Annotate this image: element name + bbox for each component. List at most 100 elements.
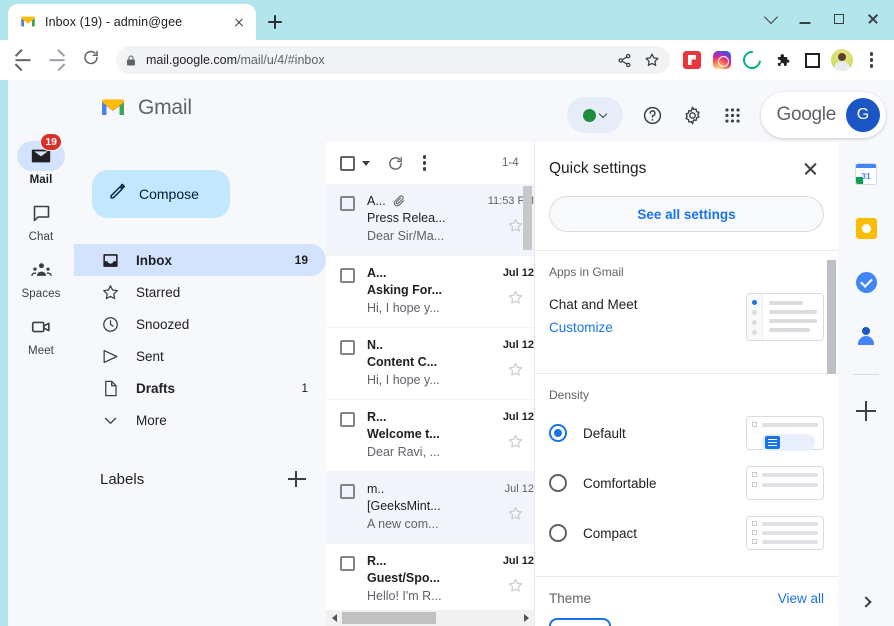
add-addon-plus-icon[interactable] bbox=[846, 391, 886, 431]
rail-item-meet[interactable]: Meet bbox=[13, 312, 69, 357]
compose-button[interactable]: Compose bbox=[92, 170, 230, 218]
sidebar-item-sent[interactable]: Sent bbox=[74, 340, 326, 372]
density-option-compact[interactable]: Compact bbox=[549, 516, 824, 550]
density-option-default[interactable]: Default bbox=[549, 416, 824, 451]
pagination-count: 1-4 bbox=[502, 157, 519, 169]
chat-meet-preview-thumbnail bbox=[746, 293, 824, 341]
table-row[interactable]: A... Jul 12 Asking For... Hi, I hope y..… bbox=[326, 256, 534, 328]
row-checkbox[interactable] bbox=[340, 268, 355, 283]
email-rows: A... 11:53 PM Press Relea... Dear Sir/Ma… bbox=[326, 184, 534, 626]
bookmark-star-icon[interactable] bbox=[638, 47, 666, 73]
scroll-left-arrow-icon[interactable] bbox=[326, 610, 342, 626]
sidebar-item-count: 19 bbox=[294, 253, 308, 267]
calendar-icon[interactable]: 31 bbox=[846, 154, 886, 194]
scrollbar-thumb[interactable] bbox=[523, 186, 532, 250]
sidebar-item-inbox[interactable]: Inbox 19 bbox=[74, 244, 326, 276]
window-close-icon[interactable] bbox=[856, 2, 890, 36]
row-checkbox[interactable] bbox=[340, 484, 355, 499]
row-checkbox[interactable] bbox=[340, 340, 355, 355]
create-label-plus-icon[interactable] bbox=[286, 468, 308, 490]
tab-search-chevron-icon[interactable] bbox=[754, 2, 788, 36]
rail-item-spaces[interactable]: Spaces bbox=[13, 255, 69, 300]
density-preview-compact bbox=[746, 516, 824, 550]
rail-item-chat[interactable]: Chat bbox=[13, 198, 69, 243]
browser-tab[interactable]: Inbox (19) - admin@gee bbox=[8, 4, 256, 40]
mail-icon: 19 bbox=[17, 133, 65, 171]
sidebar-item-count: 1 bbox=[301, 381, 308, 395]
avatar: G bbox=[846, 98, 880, 132]
select-dropdown-caret-icon[interactable] bbox=[362, 160, 370, 166]
row-checkbox[interactable] bbox=[340, 196, 355, 211]
scroll-track[interactable] bbox=[342, 610, 518, 626]
theme-swatch[interactable] bbox=[549, 618, 611, 626]
sidebar-item-drafts[interactable]: Drafts 1 bbox=[74, 372, 326, 404]
quick-settings-panel: Quick settings See all settings Apps in … bbox=[534, 142, 838, 626]
tasks-icon[interactable] bbox=[846, 262, 886, 302]
attachment-icon bbox=[392, 194, 406, 208]
close-icon[interactable] bbox=[794, 153, 826, 185]
table-row[interactable]: m.. Jul 12 [GeeksMint... A new com... bbox=[326, 472, 534, 544]
email-subject: Guest/Spo... bbox=[367, 571, 440, 585]
status-selector[interactable] bbox=[566, 97, 623, 133]
chevron-right-icon[interactable] bbox=[850, 586, 882, 618]
sidebar-item-starred[interactable]: Starred bbox=[74, 276, 326, 308]
horizontal-scrollbar[interactable] bbox=[326, 610, 534, 626]
rail-label: Spaces bbox=[21, 288, 61, 300]
maximize-icon[interactable] bbox=[822, 2, 856, 36]
chrome-menu-icon[interactable] bbox=[858, 46, 886, 74]
gear-icon[interactable] bbox=[673, 95, 713, 135]
sidebar-item-label: Inbox bbox=[136, 252, 172, 268]
section-label: Density bbox=[549, 388, 590, 402]
select-all-checkbox[interactable] bbox=[340, 155, 355, 171]
quick-settings-scrollbar-thumb[interactable] bbox=[827, 260, 836, 374]
sidebar-item-label: Drafts bbox=[136, 380, 176, 396]
tab-strip: Inbox (19) - admin@gee bbox=[0, 0, 894, 40]
scroll-right-arrow-icon[interactable] bbox=[518, 610, 534, 626]
customize-link[interactable]: Customize bbox=[549, 320, 613, 335]
table-row[interactable]: A... 11:53 PM Press Relea... Dear Sir/Ma… bbox=[326, 184, 534, 256]
share-icon[interactable] bbox=[610, 47, 638, 73]
kebab-menu-icon[interactable] bbox=[410, 148, 440, 178]
radio-button[interactable] bbox=[549, 474, 567, 492]
radio-button[interactable] bbox=[549, 524, 567, 542]
refresh-icon[interactable] bbox=[380, 148, 410, 178]
email-sender: m.. bbox=[367, 482, 385, 496]
profile-avatar[interactable] bbox=[828, 46, 856, 74]
reload-icon[interactable] bbox=[76, 45, 106, 75]
forward-arrow-icon[interactable] bbox=[42, 45, 72, 75]
email-list-scrollbar[interactable] bbox=[522, 184, 533, 626]
table-row[interactable]: N.. Jul 12 Content C... Hi, I hope y... bbox=[326, 328, 534, 400]
instagram-extension-icon[interactable] bbox=[708, 46, 736, 74]
row-checkbox[interactable] bbox=[340, 556, 355, 571]
density-preview-default bbox=[746, 416, 824, 451]
grammarly-extension-icon[interactable] bbox=[738, 46, 766, 74]
rail-label: Mail bbox=[29, 174, 53, 186]
sidebar-item-more[interactable]: More bbox=[74, 404, 326, 436]
puzzle-extensions-icon[interactable] bbox=[768, 46, 796, 74]
see-all-settings-button[interactable]: See all settings bbox=[549, 196, 824, 232]
radio-button[interactable] bbox=[549, 424, 567, 442]
back-arrow-icon[interactable] bbox=[8, 45, 38, 75]
table-row[interactable]: R... Jul 12 Guest/Spo... Hello! I'm R... bbox=[326, 544, 534, 616]
panel-title: Quick settings bbox=[549, 160, 647, 177]
density-option-comfortable[interactable]: Comfortable bbox=[549, 466, 824, 500]
sidebar-item-snoozed[interactable]: Snoozed bbox=[74, 308, 326, 340]
gmail-logo[interactable]: Gmail bbox=[96, 95, 192, 121]
account-button[interactable]: Google G bbox=[760, 92, 886, 138]
theme-view-all-link[interactable]: View all bbox=[778, 591, 824, 606]
table-row[interactable]: R... Jul 12 Welcome t... Dear Ravi, ... bbox=[326, 400, 534, 472]
address-bar[interactable]: mail.google.com/mail/u/4/#inbox bbox=[116, 46, 670, 74]
keep-icon[interactable] bbox=[846, 208, 886, 248]
apps-grid-icon[interactable] bbox=[713, 95, 753, 135]
rail-item-mail[interactable]: 19 Mail bbox=[13, 133, 69, 186]
side-panel-icon[interactable] bbox=[798, 46, 826, 74]
contacts-icon[interactable] bbox=[846, 316, 886, 356]
document-icon bbox=[100, 379, 120, 398]
flipboard-extension-icon[interactable] bbox=[678, 46, 706, 74]
scrollbar-thumb[interactable] bbox=[342, 612, 436, 624]
minimize-icon[interactable] bbox=[788, 2, 822, 36]
help-icon[interactable] bbox=[633, 95, 673, 135]
new-tab-button[interactable] bbox=[262, 9, 288, 35]
row-checkbox[interactable] bbox=[340, 412, 355, 427]
tab-close-icon[interactable] bbox=[228, 11, 250, 33]
